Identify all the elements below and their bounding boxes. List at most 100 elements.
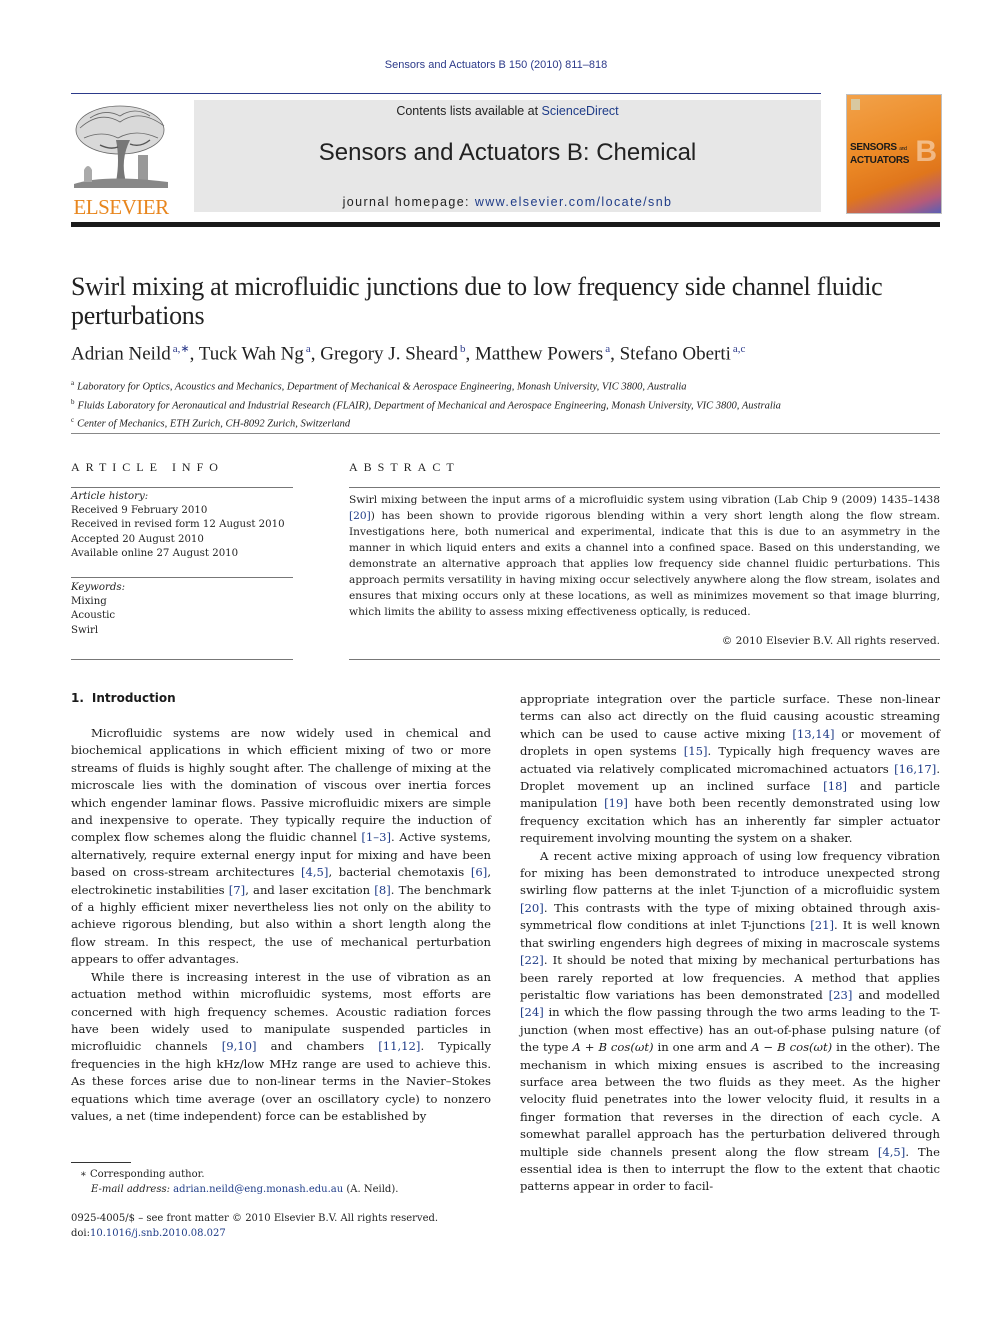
math-expression: A − B cos(ωt) (751, 1040, 833, 1055)
abstract-text-part: ) has been shown to provide rigorous ble… (349, 510, 940, 618)
paragraph: While there is increasing interest in th… (71, 969, 491, 1126)
running-head: Sensors and Actuators B 150 (2010) 811–8… (384, 59, 608, 71)
cover-title-line2: ACTUATORS (850, 155, 910, 166)
citation-link[interactable]: [13,14] (792, 727, 834, 741)
keywords-label: Keywords: (71, 582, 126, 593)
text-run: A recent active mixing approach of using… (520, 848, 940, 898)
sciencedirect-link[interactable]: ScienceDirect (542, 104, 619, 118)
cover-title-and: and (899, 146, 907, 152)
abstract-rule-bottom (349, 659, 940, 660)
author-separator: , (310, 343, 321, 365)
front-matter: 0925-4005/$ – see front matter © 2010 El… (71, 1212, 501, 1241)
email-suffix: (A. Neild). (343, 1183, 399, 1195)
abstract-rule-top (349, 487, 940, 488)
corresponding-author-footnote: ∗ Corresponding author. E-mail address: … (80, 1168, 500, 1197)
author-list: Adrian Neild a,∗, Tuck Wah Ng a, Gregory J… (71, 342, 931, 365)
text-run: in one arm and (653, 1040, 752, 1055)
citation-link[interactable]: [11,12] (378, 1039, 420, 1053)
citation-link[interactable]: [7] (229, 883, 245, 897)
citation-link[interactable]: [24] (520, 1005, 544, 1019)
email-line: E-mail address: adrian.neild@eng.monash.… (80, 1183, 500, 1198)
author-separator: , (465, 343, 475, 365)
affiliation-item: b Fluids Laboratory for Aeronautical and … (71, 395, 931, 414)
history-accepted: Accepted 20 August 2010 (71, 533, 204, 545)
author-name: Gregory J. Sheard (320, 343, 458, 365)
citation-link[interactable]: [20] (520, 901, 544, 915)
keyword-item: Acoustic (71, 610, 116, 622)
affiliation-item: c Center of Mechanics, ETH Zurich, CH-809… (71, 413, 931, 432)
affiliation-item: a Laboratory for Optics, Acoustics and Me… (71, 376, 931, 395)
journal-homepage-link[interactable]: www.elsevier.com/locate/snb (475, 195, 673, 209)
front-matter-text: 0925-4005/$ – see front matter © 2010 El… (71, 1213, 439, 1224)
homepage-prefix: journal homepage: (342, 195, 475, 209)
contents-prefix: Contents lists available at (396, 104, 542, 118)
history-received: Received 9 February 2010 (71, 505, 208, 517)
email-label: E-mail address: (91, 1183, 174, 1195)
author-name: Stefano Oberti (619, 343, 731, 365)
journal-banner: Contents lists available at ScienceDirec… (194, 100, 821, 212)
affiliation-text: Center of Mechanics, ETH Zurich, CH-8092… (77, 418, 351, 430)
affiliation-mark: a (71, 379, 75, 387)
citation-link[interactable]: [21] (810, 918, 834, 932)
article-title: Swirl mixing at microfluidic junctions d… (71, 272, 883, 330)
section-heading-introduction: 1. Introduction (71, 691, 176, 705)
affiliation-text: Laboratory for Optics, Acoustics and Mec… (77, 381, 687, 393)
article-info-rule-top (71, 487, 293, 488)
author-name: Matthew Powers (474, 343, 604, 365)
citation-link[interactable]: [15] (684, 744, 708, 758)
elsevier-tree-icon (74, 105, 168, 188)
body-column-right: appropriate integration over the particl… (520, 691, 940, 1196)
citation-link[interactable]: [9,10] (222, 1039, 257, 1053)
affiliations: a Laboratory for Optics, Acoustics and Me… (71, 376, 931, 432)
corresponding-author-line: ∗ Corresponding author. (80, 1168, 500, 1183)
author-affiliation-mark[interactable]: a,∗ (173, 343, 190, 355)
article-history: Article history: Received 9 February 201… (71, 490, 293, 561)
elsevier-logo-text: ELSEVIER (73, 195, 169, 219)
corresponding-author-text: Corresponding author. (89, 1169, 205, 1180)
keyword-item: Mixing (71, 596, 107, 608)
math-expression: A + B cos(ωt) (572, 1040, 654, 1055)
section-number: 1. (71, 691, 84, 705)
doi-prefix: doi: (71, 1227, 90, 1239)
citation-link[interactable]: [20] (349, 510, 371, 522)
paragraph: Microfluidic systems are now widely used… (71, 725, 491, 969)
text-run: Microfluidic systems are now widely used… (71, 726, 491, 845)
author-separator: , (610, 343, 620, 365)
author-name: Tuck Wah Ng (198, 343, 304, 365)
footnote-rule (71, 1162, 131, 1163)
citation-link[interactable]: [4,5] (301, 865, 328, 879)
paragraph: A recent active mixing approach of using… (520, 848, 940, 1196)
abstract-text-part: Swirl mixing between the input arms of a… (349, 494, 940, 506)
text-run: and modelled (852, 987, 940, 1002)
cover-title-line1: SENSORS (850, 142, 897, 153)
journal-cover-thumbnail[interactable]: B SENSORS and ACTUATORS (846, 94, 942, 214)
elsevier-logo[interactable]: ELSEVIER (70, 100, 172, 219)
affiliation-mark: b (71, 397, 75, 406)
abstract-text: Swirl mixing between the input arms of a… (349, 492, 940, 620)
citation-link[interactable]: [22] (520, 953, 544, 967)
author-separator: , (189, 343, 199, 365)
footnote-mark: ∗ (80, 1169, 87, 1180)
text-run: in the other). The mechanism in which mi… (520, 1040, 940, 1159)
cover-title: SENSORS and ACTUATORS (850, 142, 909, 166)
text-run: , bacterial chemotaxis (328, 865, 471, 880)
contents-line: Contents lists available at ScienceDirec… (194, 104, 821, 118)
abstract-heading: ABSTRACT (349, 460, 460, 474)
author-email-link[interactable]: adrian.neild@eng.monash.edu.au (173, 1184, 343, 1195)
citation-link[interactable]: [1–3] (361, 830, 391, 844)
author-affiliation-mark[interactable]: a,c (733, 343, 746, 355)
citation-link[interactable]: [19] (604, 796, 628, 810)
doi-link[interactable]: 10.1016/j.snb.2010.08.027 (90, 1228, 226, 1239)
citation-link[interactable]: [23] (829, 988, 853, 1002)
citation-link[interactable]: [4,5] (878, 1145, 905, 1159)
cover-publisher-mark-icon (851, 99, 860, 110)
cover-letter: B (915, 135, 937, 168)
citation-link[interactable]: [18] (823, 779, 847, 793)
citation-link[interactable]: [6] (471, 865, 487, 879)
citation-link[interactable]: [8] (374, 883, 390, 897)
doi-line: doi:10.1016/j.snb.2010.08.027 (71, 1227, 501, 1242)
citation-link[interactable]: [16,17] (894, 762, 936, 776)
body-column-left: Microfluidic systems are now widely used… (71, 725, 491, 1125)
article-history-label: Article history: (71, 491, 149, 502)
text-run: and chambers (256, 1039, 379, 1054)
